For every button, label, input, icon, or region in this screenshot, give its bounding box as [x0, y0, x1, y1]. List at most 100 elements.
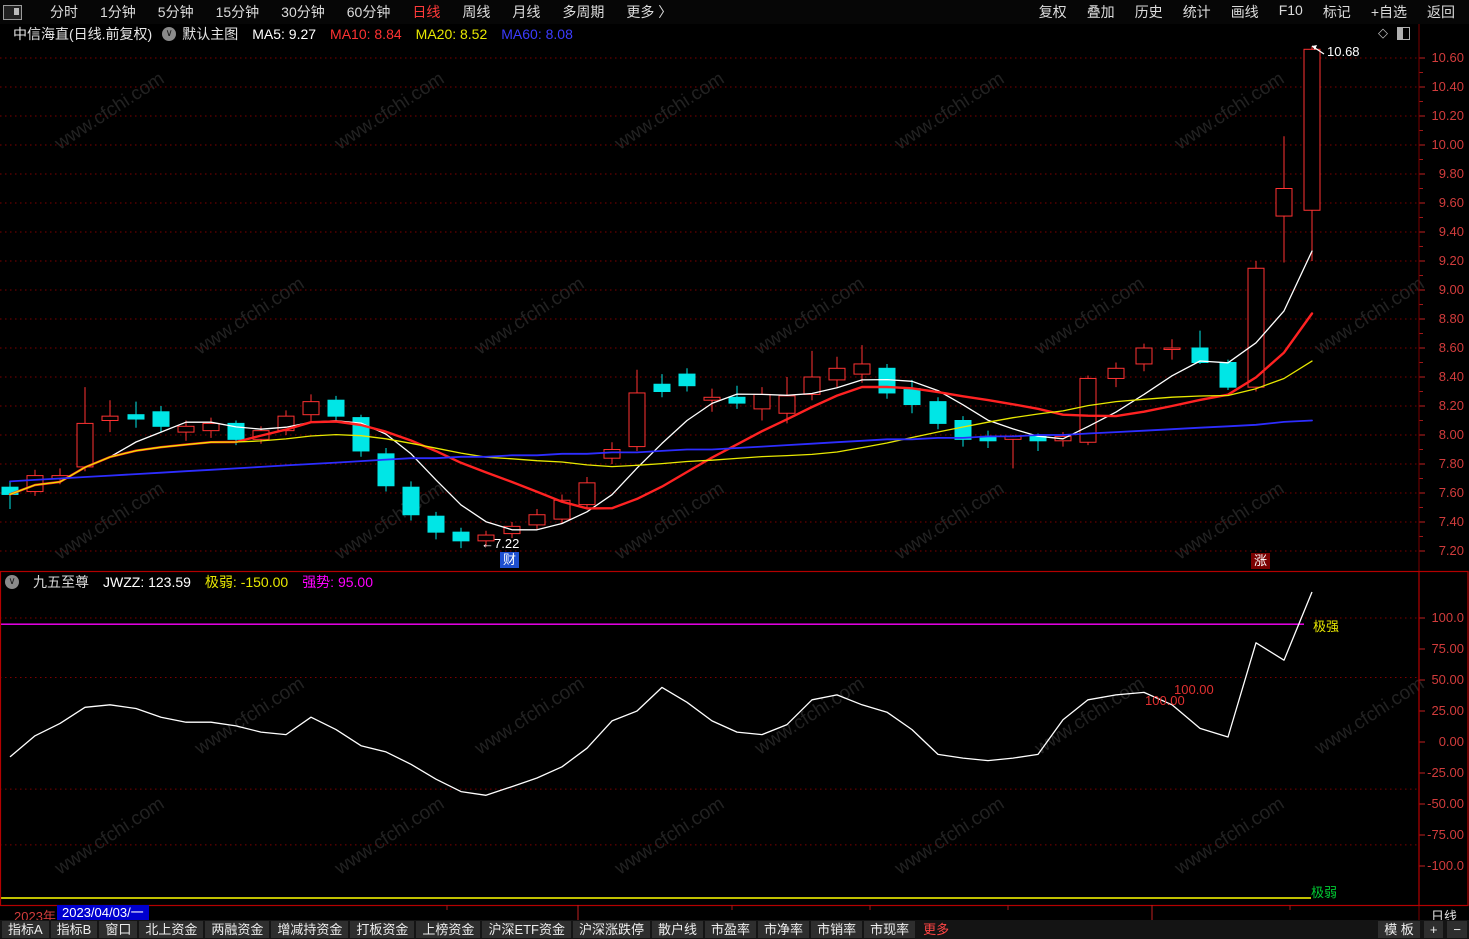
chart-titlebar: 中信海直(日线.前复权) ∨ 默认主图 MA5: 9.27 MA10: 8.84 M… — [0, 24, 1469, 43]
y-axis-label: 7.80 — [1438, 456, 1464, 471]
candle — [1163, 347, 1181, 350]
tab-市现率[interactable]: 市现率 — [864, 921, 916, 938]
panel-layout-icon[interactable] — [1397, 26, 1410, 40]
y-axis-label: 8.20 — [1438, 398, 1464, 413]
watermark: www.cfchi.com — [1310, 273, 1428, 360]
watermark: www.cfchi.com — [1030, 673, 1148, 760]
tab-市销率[interactable]: 市销率 — [811, 921, 863, 938]
y-axis-label: 8.80 — [1438, 311, 1464, 326]
menu-item-1分钟[interactable]: 1分钟 — [100, 2, 136, 22]
y-axis-label: 10.40 — [1431, 79, 1464, 94]
indicator-value: JWZZ: 123.59 — [103, 573, 191, 590]
candle — [1135, 347, 1153, 365]
candle — [728, 396, 746, 404]
menu-item-历史[interactable]: 历史 — [1135, 2, 1163, 22]
candle — [853, 363, 871, 375]
remove-pane-button[interactable]: − — [1447, 921, 1467, 938]
menu-item-30分钟[interactable]: 30分钟 — [281, 2, 325, 22]
candle — [152, 411, 170, 427]
y-axis-label: 0.00 — [1438, 734, 1464, 749]
tab-指标A[interactable]: 指标A — [2, 921, 49, 938]
app-icon[interactable] — [3, 4, 22, 20]
tab-散户线[interactable]: 散户线 — [652, 921, 704, 938]
watermark: www.cfchi.com — [50, 478, 168, 565]
template-button[interactable]: 模 板 — [1378, 921, 1420, 938]
main-view-label[interactable]: 默认主图 — [182, 24, 238, 44]
candle — [578, 482, 596, 506]
menu-item-多周期[interactable]: 多周期 — [562, 2, 604, 22]
start-date-box[interactable]: 2023/04/03/一 — [57, 905, 149, 920]
tab-两融资金[interactable]: 两融资金 — [205, 921, 270, 938]
candle — [628, 392, 646, 448]
y-axis-label: 9.60 — [1438, 195, 1464, 210]
tab-北上资金[interactable]: 北上资金 — [139, 921, 204, 938]
menu-item-标记[interactable]: 标记 — [1323, 2, 1351, 22]
menu-item-F10[interactable]: F10 — [1279, 2, 1303, 22]
tab-沪深涨跌停[interactable]: 沪深涨跌停 — [573, 921, 651, 938]
watermark: www.cfchi.com — [890, 68, 1008, 155]
tab-上榜资金[interactable]: 上榜资金 — [416, 921, 481, 938]
chart-annotation: 10.68 — [1327, 44, 1360, 59]
menu-item-叠加[interactable]: 叠加 — [1087, 2, 1115, 22]
tab-市盈率[interactable]: 市盈率 — [705, 921, 757, 938]
bottom-tabbar: 指标A 指标B 窗口 北上资金 两融资金 增减持资金 打板资金 上榜资金 沪深ETF资金 沪深涨跌… — [0, 920, 1469, 939]
menu-item-周线[interactable]: 周线 — [462, 2, 490, 22]
chart-annotation: 涨 — [1251, 553, 1271, 569]
watermark: www.cfchi.com — [1310, 673, 1428, 760]
candle — [327, 399, 345, 417]
indicator-name[interactable]: 九五至尊 — [33, 572, 89, 592]
menu-item-60分钟[interactable]: 60分钟 — [347, 2, 391, 22]
watermark: www.cfchi.com — [330, 793, 448, 880]
y-axis-label: 9.40 — [1438, 224, 1464, 239]
menu-item-画线[interactable]: 画线 — [1231, 2, 1259, 22]
menu-item-返回[interactable]: 返回 — [1427, 2, 1455, 22]
menu-item-5分钟[interactable]: 5分钟 — [158, 2, 194, 22]
candle — [678, 373, 696, 387]
y-axis-label: 7.60 — [1438, 485, 1464, 500]
candle — [1191, 347, 1209, 363]
indicator-header: ∨ 九五至尊 JWZZ: 123.59 极弱: -150.00 强势: 95.0… — [0, 572, 387, 591]
add-pane-button[interactable]: + — [1423, 921, 1444, 938]
chevron-down-icon[interactable]: ∨ — [162, 26, 177, 41]
watermark: www.cfchi.com — [890, 478, 1008, 565]
chart-canvas[interactable]: www.cfchi.com www.cfchi.com www.cfchi.com w… — [0, 0, 1469, 939]
menu-item-统计[interactable]: 统计 — [1183, 2, 1211, 22]
y-axis-label: 10.60 — [1431, 50, 1464, 65]
candle — [903, 388, 921, 406]
tab-打板资金[interactable]: 打板资金 — [350, 921, 415, 938]
candle — [653, 383, 671, 392]
tab-增减持资金[interactable]: 增减持资金 — [271, 921, 349, 938]
watermark: www.cfchi.com — [750, 273, 868, 360]
watermark: www.cfchi.com — [610, 793, 728, 880]
menu-item-15分钟[interactable]: 15分钟 — [216, 2, 260, 22]
menu-item-日线[interactable]: 日线 — [412, 2, 440, 22]
menu-item-+自选[interactable]: +自选 — [1371, 2, 1407, 22]
candle — [76, 422, 94, 468]
candle — [703, 396, 721, 401]
watermark: www.cfchi.com — [470, 273, 588, 360]
y-axis-label: 7.20 — [1438, 543, 1464, 558]
tab-市净率[interactable]: 市净率 — [758, 921, 810, 938]
menu-item-月线[interactable]: 月线 — [512, 2, 540, 22]
date-axis-bar: 2023年 2023/04/03/一 日线 56 — [0, 905, 1469, 924]
chevron-down-icon[interactable]: ∨ — [5, 574, 19, 589]
ma-value-label: MA20: 8.52 — [415, 25, 488, 42]
ma-value-label: MA60: 8.08 — [501, 25, 573, 42]
tab-more[interactable]: 更多 — [917, 921, 955, 938]
candle — [427, 515, 445, 533]
watermark: www.cfchi.com — [190, 673, 308, 760]
tab-沪深ETF资金[interactable]: 沪深ETF资金 — [482, 921, 571, 938]
menu-item-更多 〉[interactable]: 更多 〉 — [626, 2, 672, 22]
tab-窗口[interactable]: 窗口 — [99, 921, 138, 938]
candle — [828, 367, 846, 381]
tab-指标B[interactable]: 指标B — [50, 921, 98, 938]
y-axis-label: 25.00 — [1431, 703, 1464, 718]
diamond-icon[interactable]: ◇ — [1378, 25, 1388, 41]
candle — [929, 401, 947, 424]
y-axis-label: 8.60 — [1438, 340, 1464, 355]
candle — [753, 393, 771, 410]
menu-item-分时[interactable]: 分时 — [50, 2, 78, 22]
chart-annotation: 极弱 — [1311, 885, 1338, 900]
y-axis-label: 8.00 — [1438, 427, 1464, 442]
menu-item-复权[interactable]: 复权 — [1039, 2, 1067, 22]
